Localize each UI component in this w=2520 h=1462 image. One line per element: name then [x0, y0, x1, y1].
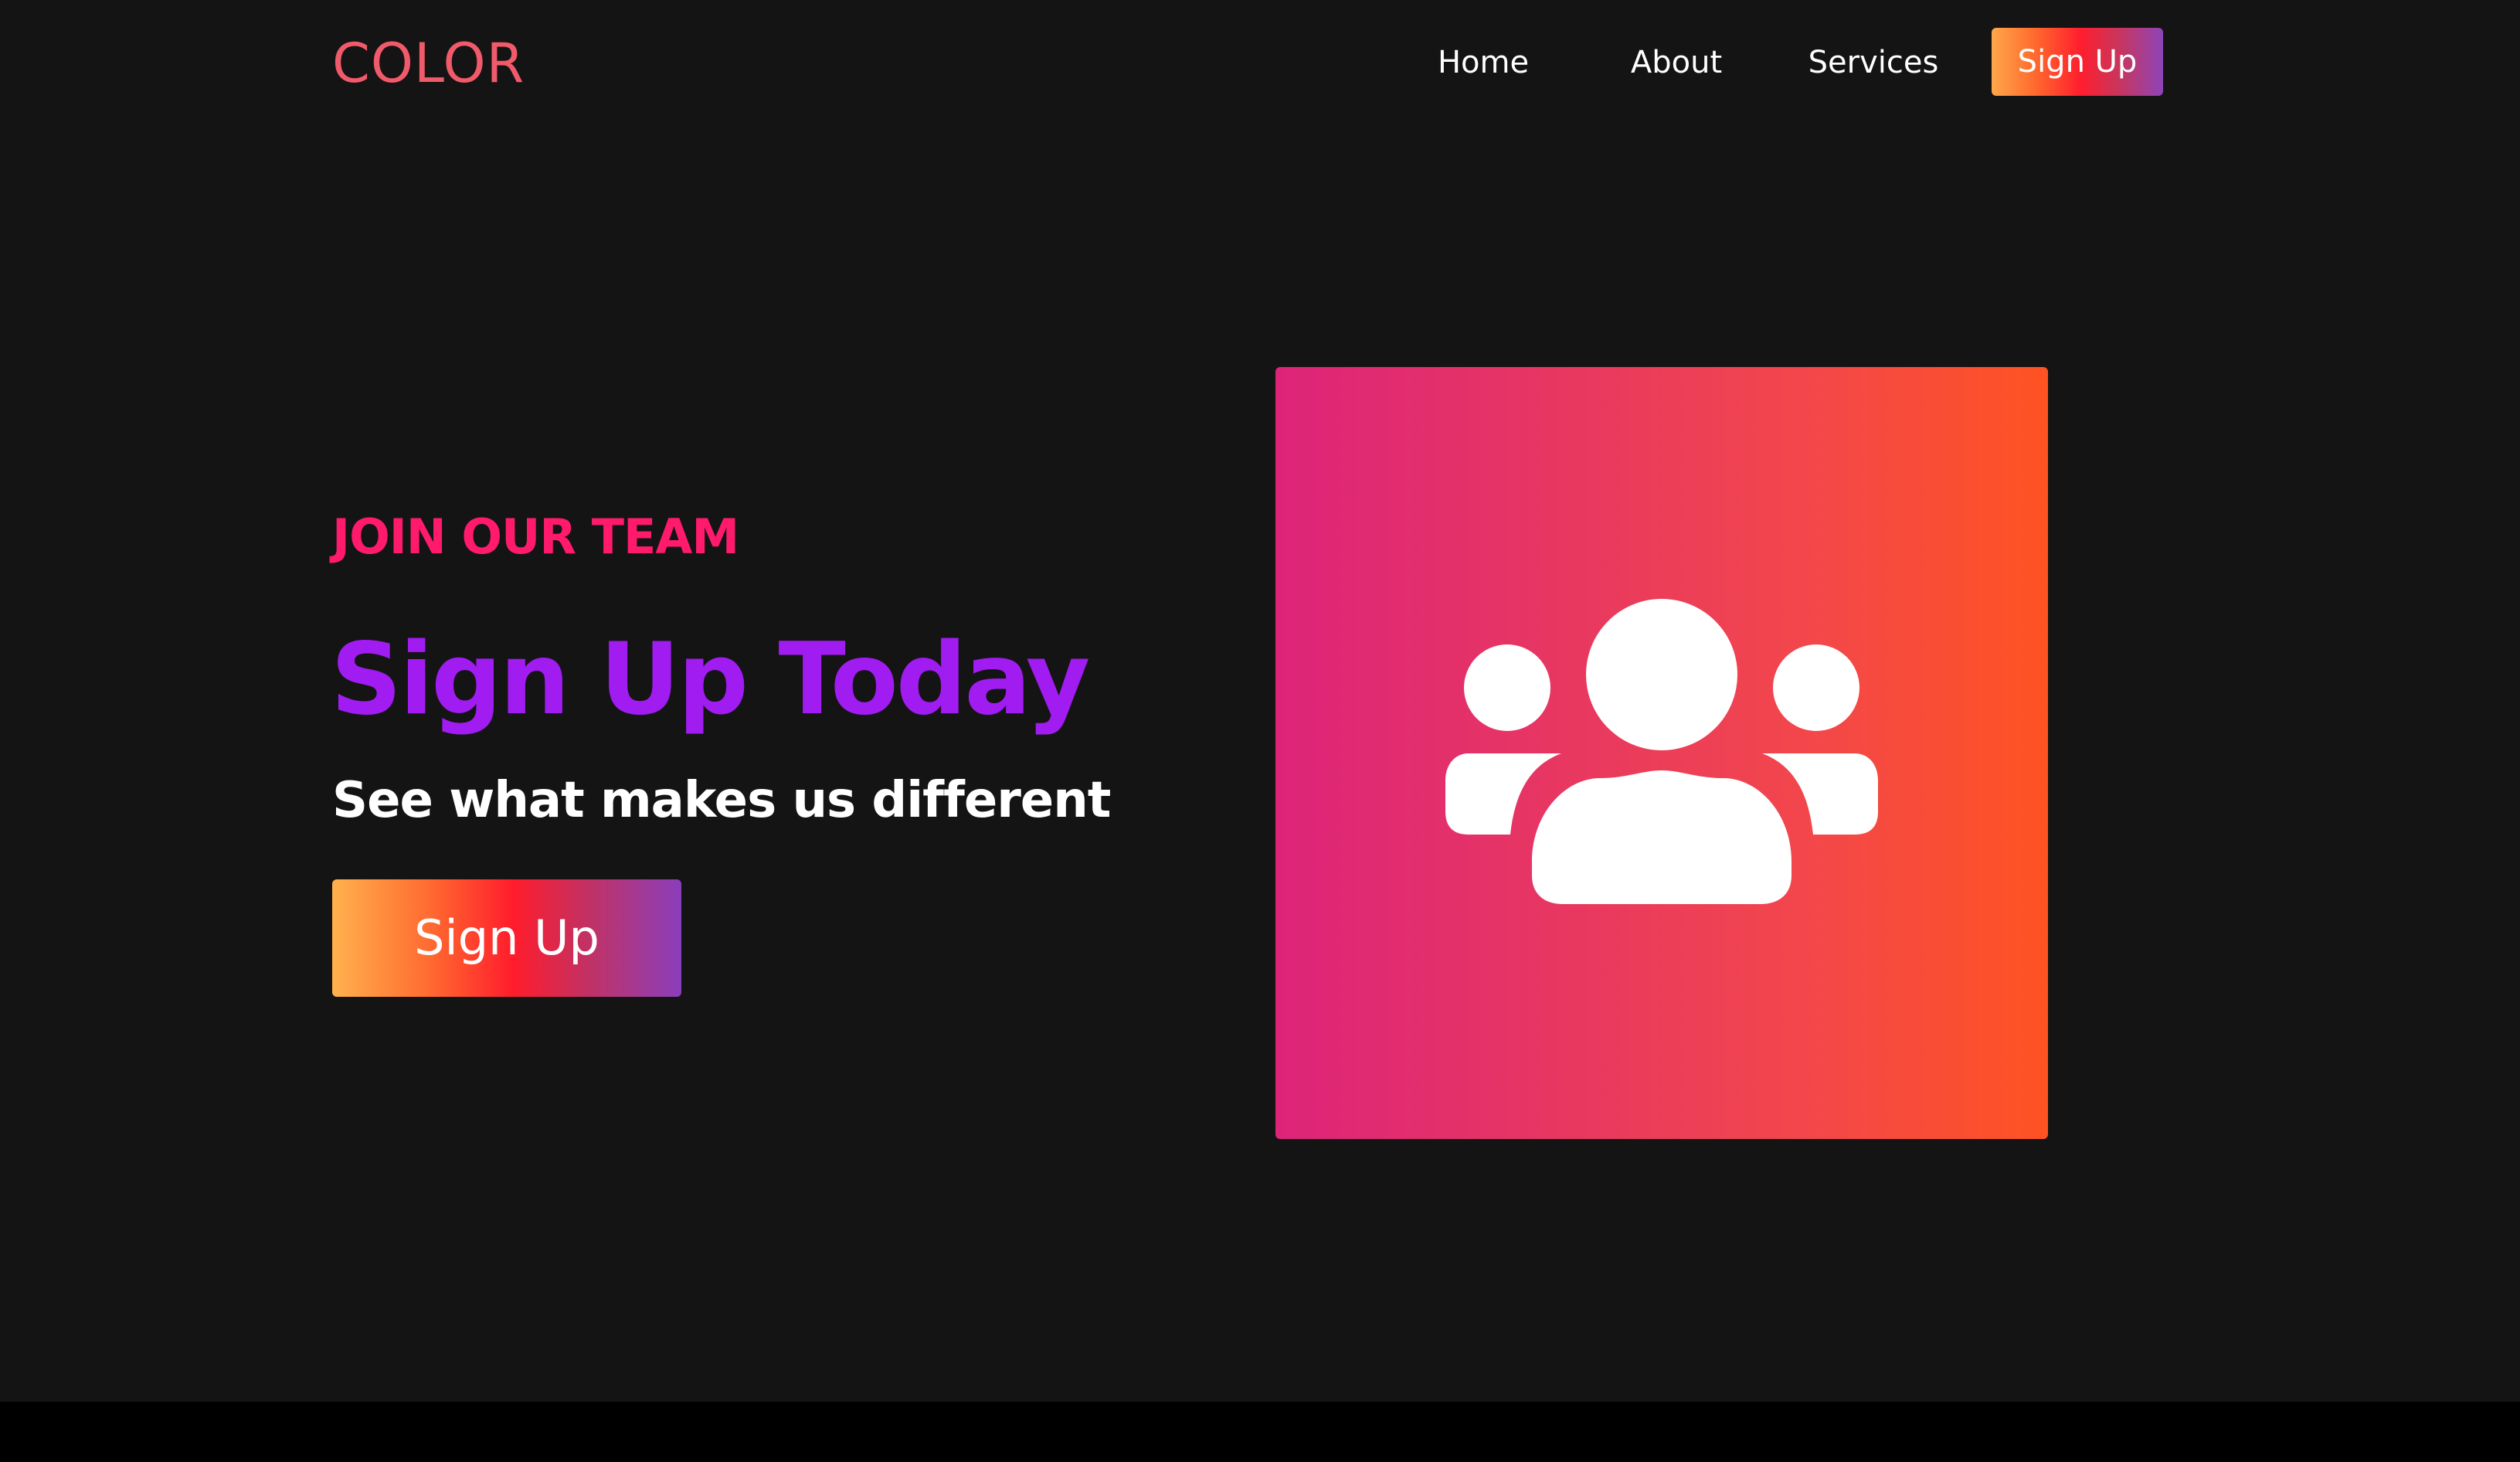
nav-link-home[interactable]: Home [1421, 31, 1545, 94]
nav-link-about[interactable]: About [1615, 31, 1738, 94]
hero-image-panel [1275, 367, 2048, 1139]
users-group-icon [1445, 599, 1878, 904]
hero-signup-button[interactable]: Sign Up [332, 879, 681, 997]
footer-band [0, 1402, 2520, 1462]
brand-logo[interactable]: COLOR [332, 26, 525, 100]
nav-signup-button[interactable]: Sign Up [1992, 28, 2163, 96]
hero-eyebrow: JOIN OUR TEAM [332, 508, 739, 565]
hero-headline: Sign Up Today [331, 622, 1090, 737]
landing-page: COLOR Home About Services Sign Up JOIN O… [0, 0, 2520, 1402]
hero-subhead: See what makes us different [332, 772, 1111, 829]
nav-link-services[interactable]: Services [1800, 31, 1947, 94]
